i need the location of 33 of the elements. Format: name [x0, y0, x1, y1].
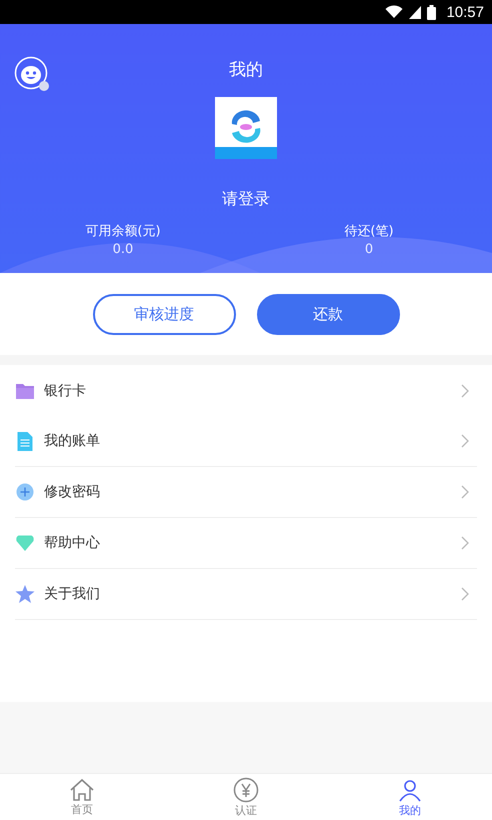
stat-label: 可用余额(元) — [85, 223, 161, 240]
document-icon — [15, 432, 35, 450]
star-icon — [15, 585, 35, 603]
stat-value: 0 — [364, 242, 374, 257]
wifi-icon — [385, 5, 404, 19]
action-button[interactable]: 审核进度 — [92, 294, 236, 334]
plus-circle-icon — [15, 483, 35, 501]
heart-icon — [15, 535, 35, 551]
tab-item[interactable]: 认证 — [164, 774, 328, 820]
tab-item[interactable]: 首页 — [0, 774, 164, 820]
menu-item[interactable]: 帮助中心 — [15, 518, 477, 569]
robot-avatar-icon[interactable] — [14, 56, 52, 94]
chevron-right-icon — [461, 384, 469, 398]
chevron-right-icon — [461, 434, 469, 448]
app-logo-icon — [215, 97, 277, 159]
login-link[interactable]: 请登录 — [222, 189, 270, 210]
folder-icon — [15, 382, 35, 398]
yen-circle-icon — [233, 776, 259, 802]
stat-label: 待还(笔) — [344, 223, 394, 240]
chevron-right-icon — [461, 587, 469, 601]
clock-time: 10:57 — [446, 4, 484, 20]
tab-item[interactable]: 我的 — [328, 774, 492, 820]
page-title: 我的 — [229, 59, 263, 81]
signal-icon — [409, 5, 422, 19]
action-button[interactable]: 还款 — [256, 294, 400, 334]
stat-value: 0.0 — [112, 242, 134, 257]
home-icon — [69, 778, 95, 802]
menu-item[interactable]: 修改密码 — [15, 467, 477, 518]
battery-icon — [427, 4, 436, 20]
menu-item[interactable]: 银行卡 — [15, 365, 477, 416]
chevron-right-icon — [461, 485, 469, 499]
menu-item[interactable]: 我的账单 — [15, 416, 477, 467]
chevron-right-icon — [461, 536, 469, 550]
